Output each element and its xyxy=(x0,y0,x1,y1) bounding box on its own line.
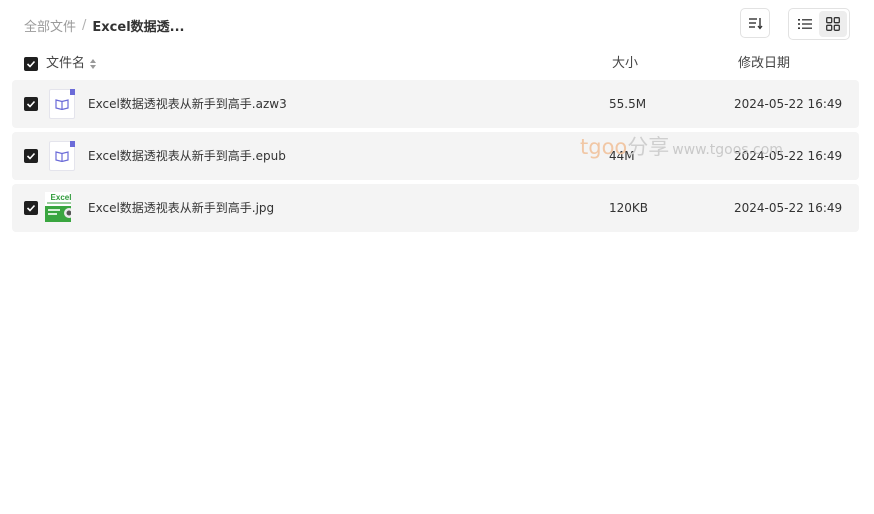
file-checkbox[interactable] xyxy=(24,97,38,111)
column-header-size[interactable]: 大小 xyxy=(612,54,638,74)
check-icon xyxy=(26,204,36,212)
thumbnail-title: Excel xyxy=(51,193,71,202)
column-header-name[interactable]: 文件名 xyxy=(46,54,97,74)
file-size: 55.5M xyxy=(609,97,647,111)
file-name[interactable]: Excel数据透视表从新手到高手.epub xyxy=(88,132,286,180)
file-row[interactable]: Excel数据透视表从新手到高手.epub 44M 2024-05-22 16:… xyxy=(12,132,859,180)
file-date: 2024-05-22 16:49 xyxy=(734,201,843,215)
column-header-date[interactable]: 修改日期 xyxy=(738,54,790,74)
file-row[interactable]: Excel数据透视表从新手到高手.azw3 55.5M 2024-05-22 1… xyxy=(12,80,859,128)
sort-icon xyxy=(749,18,763,30)
file-date: 2024-05-22 16:49 xyxy=(734,97,843,111)
check-icon xyxy=(26,60,36,68)
breadcrumb-current: Excel数据透... xyxy=(92,19,185,35)
breadcrumb: 全部文件 / Excel数据透... xyxy=(24,14,184,36)
file-checkbox[interactable] xyxy=(24,149,38,163)
column-header-name-label: 文件名 xyxy=(46,56,86,71)
grid-view-icon xyxy=(826,17,840,31)
breadcrumb-root-link[interactable]: 全部文件 xyxy=(24,16,76,35)
list-view-button[interactable] xyxy=(791,11,819,37)
file-date: 2024-05-22 16:49 xyxy=(734,149,843,163)
file-row[interactable]: Excel Excel数据透视表从新手到高手.jpg 120KB 2024-05… xyxy=(12,184,859,232)
ebook-file-icon xyxy=(49,141,75,171)
sort-button[interactable] xyxy=(740,8,770,38)
check-icon xyxy=(26,100,36,108)
file-size: 120KB xyxy=(609,201,649,215)
file-name[interactable]: Excel数据透视表从新手到高手.azw3 xyxy=(88,80,287,128)
list-view-icon xyxy=(798,19,812,29)
view-mode-toggle xyxy=(788,8,850,40)
grid-view-button[interactable] xyxy=(819,11,847,37)
image-thumbnail: Excel xyxy=(45,192,71,222)
file-name[interactable]: Excel数据透视表从新手到高手.jpg xyxy=(88,184,274,232)
sort-updown-icon xyxy=(90,59,97,69)
file-list-header: 文件名 大小 修改日期 xyxy=(24,54,854,74)
file-size: 44M xyxy=(609,149,635,163)
select-all-checkbox[interactable] xyxy=(24,57,38,71)
check-icon xyxy=(26,152,36,160)
file-checkbox[interactable] xyxy=(24,201,38,215)
breadcrumb-separator: / xyxy=(82,17,87,33)
ebook-file-icon xyxy=(49,89,75,119)
